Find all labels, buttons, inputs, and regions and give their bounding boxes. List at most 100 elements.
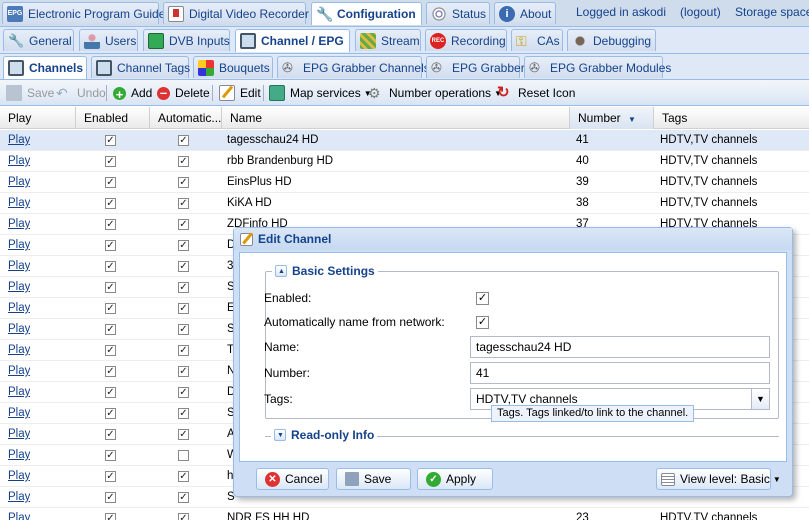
tab-channel-epg[interactable]: Channel / EPG: [235, 29, 350, 52]
automatic-checkbox[interactable]: ✓: [178, 324, 189, 335]
dialog-save-button[interactable]: Save: [336, 468, 411, 490]
column-header-automatic[interactable]: Automatic...: [150, 107, 222, 129]
play-link[interactable]: Play: [8, 340, 30, 361]
dialog-title-bar[interactable]: Edit Channel: [234, 228, 792, 250]
play-link[interactable]: Play: [8, 361, 30, 382]
play-link[interactable]: Play: [8, 466, 30, 487]
delete-button[interactable]: – Delete: [157, 84, 210, 102]
table-row[interactable]: Play ✓ ✓ tagesschau24 HD 41 HDTV,TV channels: [0, 130, 809, 151]
apply-button[interactable]: ✓ Apply: [417, 468, 493, 490]
enabled-checkbox[interactable]: ✓: [476, 292, 489, 305]
play-link[interactable]: Play: [8, 151, 30, 172]
tab-status[interactable]: Status: [426, 2, 490, 24]
enabled-checkbox[interactable]: ✓: [105, 219, 116, 230]
table-row[interactable]: Play ✓ ✓ rbb Brandenburg HD 40 HDTV,TV channe…: [0, 151, 809, 172]
readonly-info-legend[interactable]: ▼ Read-only Info: [271, 428, 378, 442]
automatic-checkbox[interactable]: ✓: [178, 261, 189, 272]
play-link[interactable]: Play: [8, 298, 30, 319]
save-button[interactable]: Save: [6, 84, 54, 102]
enabled-checkbox[interactable]: ✓: [105, 408, 116, 419]
play-link[interactable]: Play: [8, 130, 30, 151]
enabled-checkbox[interactable]: ✓: [105, 387, 116, 398]
add-button[interactable]: + Add: [113, 84, 152, 102]
edit-button[interactable]: Edit: [219, 84, 261, 102]
tab-configuration[interactable]: 🔧 Configuration: [311, 2, 422, 25]
view-level-button[interactable]: View level: Basic ▼: [656, 468, 781, 490]
tab-about[interactable]: i About: [494, 2, 556, 24]
play-link[interactable]: Play: [8, 445, 30, 466]
map-services-button[interactable]: Map services ▼: [269, 84, 372, 102]
tab-digital-video-recorder[interactable]: Digital Video Recorder: [163, 2, 309, 24]
play-link[interactable]: Play: [8, 403, 30, 424]
play-link[interactable]: Play: [8, 256, 30, 277]
play-link[interactable]: Play: [8, 508, 30, 520]
automatic-checkbox[interactable]: ✓: [178, 429, 189, 440]
enabled-checkbox[interactable]: ✓: [105, 282, 116, 293]
automatic-checkbox[interactable]: ✓: [178, 387, 189, 398]
play-link[interactable]: Play: [8, 193, 30, 214]
tab-cas[interactable]: ⚿ CAs: [511, 29, 563, 51]
automatic-checkbox[interactable]: ✓: [178, 471, 189, 482]
tab-channels[interactable]: Channels: [3, 56, 87, 79]
automatic-checkbox[interactable]: ✓: [178, 135, 189, 146]
enabled-checkbox[interactable]: ✓: [105, 156, 116, 167]
play-link[interactable]: Play: [8, 172, 30, 193]
cancel-button[interactable]: ✕ Cancel: [256, 468, 329, 490]
play-link[interactable]: Play: [8, 424, 30, 445]
table-row[interactable]: Play ✓ ✓ KiKA HD 38 HDTV,TV channels: [0, 193, 809, 214]
column-header-name[interactable]: Name: [222, 107, 570, 129]
play-link[interactable]: Play: [8, 319, 30, 340]
name-input[interactable]: tagesschau24 HD: [470, 336, 770, 358]
enabled-checkbox[interactable]: ✓: [105, 429, 116, 440]
automatic-checkbox[interactable]: ✓: [178, 177, 189, 188]
play-link[interactable]: Play: [8, 382, 30, 403]
automatic-checkbox[interactable]: ✓: [178, 219, 189, 230]
enabled-checkbox[interactable]: ✓: [105, 324, 116, 335]
column-header-play[interactable]: Play: [0, 107, 76, 129]
tab-epg-grabber-channels[interactable]: ✇ EPG Grabber Channels: [277, 56, 430, 78]
enabled-checkbox[interactable]: ✓: [105, 492, 116, 503]
tab-epg-grabber[interactable]: ✇ EPG Grabber: [426, 56, 525, 78]
tab-users[interactable]: Users: [79, 29, 138, 51]
automatic-checkbox[interactable]: ✓: [178, 156, 189, 167]
automatic-checkbox[interactable]: ✓: [178, 345, 189, 356]
column-header-number[interactable]: Number ▼: [570, 107, 654, 129]
play-link[interactable]: Play: [8, 214, 30, 235]
basic-settings-legend[interactable]: ▲ Basic Settings: [272, 264, 378, 278]
tab-dvb-inputs[interactable]: DVB Inputs: [143, 29, 230, 51]
enabled-checkbox[interactable]: ✓: [105, 198, 116, 209]
enabled-checkbox[interactable]: ✓: [105, 261, 116, 272]
tab-general[interactable]: 🔧 General: [3, 29, 74, 51]
play-link[interactable]: Play: [8, 235, 30, 256]
tab-bouquets[interactable]: Bouquets: [193, 56, 273, 78]
table-row[interactable]: Play ✓ ✓ NDR FS HH HD 23 HDTV,TV channels: [0, 508, 809, 520]
column-header-enabled[interactable]: Enabled: [76, 107, 150, 129]
play-link[interactable]: Play: [8, 277, 30, 298]
tab-stream[interactable]: Stream: [355, 29, 421, 51]
automatic-checkbox[interactable]: ✓: [178, 240, 189, 251]
enabled-checkbox[interactable]: ✓: [105, 513, 116, 520]
automatic-checkbox[interactable]: ✓: [178, 198, 189, 209]
column-header-tags[interactable]: Tags: [654, 107, 809, 129]
enabled-checkbox[interactable]: ✓: [105, 240, 116, 251]
enabled-checkbox[interactable]: ✓: [105, 303, 116, 314]
enabled-checkbox[interactable]: ✓: [105, 450, 116, 461]
tab-electronic-program-guide[interactable]: EPG Electronic Program Guide: [2, 2, 165, 24]
enabled-checkbox[interactable]: ✓: [105, 345, 116, 356]
reset-icon-button[interactable]: ↻ Reset Icon: [497, 84, 575, 102]
enabled-checkbox[interactable]: ✓: [105, 366, 116, 377]
autoname-checkbox[interactable]: ✓: [476, 316, 489, 329]
table-row[interactable]: Play ✓ ✓ EinsPlus HD 39 HDTV,TV channels: [0, 172, 809, 193]
chevron-down-icon[interactable]: ▼: [751, 389, 769, 409]
enabled-checkbox[interactable]: ✓: [105, 177, 116, 188]
tab-debugging[interactable]: Debugging: [567, 29, 656, 51]
automatic-checkbox[interactable]: ✓: [178, 408, 189, 419]
number-input[interactable]: 41: [470, 362, 770, 384]
automatic-checkbox[interactable]: [178, 450, 189, 461]
tab-channel-tags[interactable]: Channel Tags: [91, 56, 190, 78]
tab-recording[interactable]: REC Recording: [425, 29, 507, 51]
tab-epg-grabber-modules[interactable]: ✇ EPG Grabber Modules: [524, 56, 671, 78]
play-link[interactable]: Play: [8, 487, 30, 508]
number-operations-button[interactable]: ⚙ Number operations ▼: [368, 84, 502, 102]
automatic-checkbox[interactable]: ✓: [178, 366, 189, 377]
